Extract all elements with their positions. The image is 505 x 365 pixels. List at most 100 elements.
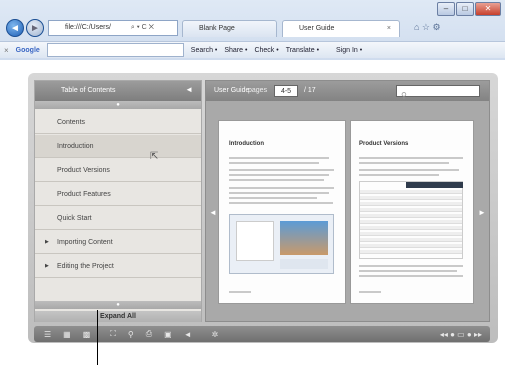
table-row [360, 214, 462, 218]
print-icon[interactable]: ⎙ [146, 329, 152, 339]
text-line [229, 174, 329, 176]
grid-icon[interactable]: ▦ [63, 330, 71, 339]
pages-label: pages [248, 87, 268, 94]
versions-table [359, 181, 463, 259]
list-icon[interactable]: ☰ [44, 330, 51, 339]
reader-title: User Guide [214, 87, 250, 94]
page-number [229, 291, 251, 293]
maximize-button[interactable]: □ [456, 2, 474, 16]
table-row [360, 250, 462, 254]
google-logo: Google [15, 46, 40, 54]
text-line [229, 169, 334, 171]
text-line [229, 192, 329, 194]
scroll-down-button[interactable]: ● [35, 301, 201, 309]
reader-search-input[interactable]: ⚲ [396, 85, 480, 100]
text-line [359, 169, 459, 171]
table-row [360, 208, 462, 212]
previous-page-arrow[interactable]: ◄ [209, 208, 217, 218]
screenshot-image [229, 214, 334, 274]
left-page: Introduction [218, 120, 346, 304]
tab-close-icon[interactable]: × [387, 21, 391, 37]
toc-title: Table of Contents [35, 81, 201, 101]
photo-thumbnail [280, 221, 328, 255]
mouse-pointer-icon: ⇱ [150, 151, 159, 162]
fullscreen-icon[interactable]: ⛶ [110, 329, 116, 339]
sidebar-item-label: Editing the Project [57, 263, 114, 270]
back-button[interactable]: ◄ [6, 19, 24, 37]
sidebar-item-importing-content[interactable]: ▶ Importing Content [35, 231, 201, 254]
sidebar-item-contents[interactable]: Contents [35, 111, 201, 134]
table-row [360, 196, 462, 200]
save-icon[interactable]: ▣ [164, 330, 172, 339]
reader-toolbar: User Guide pages 4-5 / 17 ⚲ [206, 81, 489, 101]
zoom-icon[interactable]: ⚲ [128, 330, 134, 339]
expand-triangle-icon: ▶ [45, 239, 49, 245]
google-toolbar: × Google Search • Share • Check • Transl… [0, 41, 505, 58]
text-line [229, 179, 324, 181]
window-controls: – □ ✕ [437, 2, 501, 16]
forward-button[interactable]: ► [26, 19, 44, 37]
toolbar-translate[interactable]: Translate • [286, 47, 319, 54]
google-search-input[interactable] [46, 43, 184, 57]
table-row [360, 238, 462, 242]
text-line [359, 157, 463, 159]
home-icon[interactable]: ⌂ ☆ ⚙ [414, 22, 441, 33]
toolbar-check[interactable]: Check • [254, 47, 278, 54]
text-line [359, 162, 449, 164]
thumbnails-icon[interactable]: ▩ [83, 330, 91, 339]
page-nav-icons[interactable]: ◂◂ ● ▭ ● ▸▸ [440, 330, 482, 339]
address-text: file:///C:/Users/ [65, 24, 111, 31]
sidebar-item-product-versions[interactable]: Product Versions [35, 159, 201, 182]
text-line [229, 187, 334, 189]
toolbar-signin[interactable]: Sign In • [336, 47, 362, 54]
page-number [359, 291, 381, 293]
thumbnail-strip [280, 259, 328, 269]
page-total: / 17 [304, 87, 316, 94]
address-bar-icons[interactable]: ⌕ ▾ C ✕ [131, 24, 154, 31]
text-line [229, 202, 333, 204]
expand-all-button[interactable]: Expand All [35, 311, 201, 322]
minimize-button[interactable]: – [437, 2, 455, 16]
reader-bottom-toolbar: ☰ ▦ ▩ ⛶ ⚲ ⎙ ▣ ◄ ✲ ◂◂ ● ▭ ● ▸▸ [34, 326, 490, 342]
table-of-contents-panel: Table of Contents ◄ ● Contents Introduct… [34, 80, 202, 322]
text-line [359, 275, 463, 277]
expand-triangle-icon: ▶ [45, 263, 49, 269]
tab-user-guide[interactable]: User Guide × [282, 20, 400, 37]
settings-icon[interactable]: ✲ [212, 330, 219, 339]
address-bar[interactable]: file:///C:/Users/ ⌕ ▾ C ✕ [48, 20, 178, 36]
callout-line [97, 310, 98, 365]
close-toolbar-icon[interactable]: × [4, 46, 9, 55]
panel-thumbnail [236, 221, 274, 261]
next-page-arrow[interactable]: ► [478, 208, 486, 218]
sidebar-item-label: Introduction [57, 143, 94, 150]
scroll-up-button[interactable]: ● [35, 101, 201, 109]
sidebar-item-editing-the-project[interactable]: ▶ Editing the Project [35, 255, 201, 278]
text-line [229, 197, 317, 199]
table-row [360, 220, 462, 224]
sound-icon[interactable]: ◄ [184, 330, 192, 339]
search-icon: ⚲ [401, 91, 407, 100]
toolbar-search[interactable]: Search • [191, 47, 218, 54]
table-row [360, 244, 462, 248]
text-line [359, 270, 457, 272]
collapse-icon[interactable]: ◄ [185, 85, 193, 94]
page-input[interactable]: 4-5 [274, 85, 298, 97]
text-line [359, 265, 463, 267]
right-page: Product Versions [350, 120, 474, 304]
sidebar-item-label: Product Features [57, 191, 111, 198]
table-row [360, 190, 462, 194]
table-row [360, 202, 462, 206]
tab-label: Blank Page [199, 25, 235, 32]
close-button[interactable]: ✕ [475, 2, 501, 16]
toolbar-share[interactable]: Share • [224, 47, 247, 54]
sidebar-item-label: Product Versions [57, 167, 110, 174]
text-line [229, 162, 319, 164]
sidebar-item-label: Quick Start [57, 215, 92, 222]
sidebar-item-product-features[interactable]: Product Features [35, 183, 201, 206]
sidebar-item-quick-start[interactable]: Quick Start [35, 207, 201, 230]
right-page-heading: Product Versions [359, 141, 409, 147]
tab-blank-page[interactable]: Blank Page [182, 20, 277, 37]
sidebar-item-introduction[interactable]: Introduction [35, 135, 201, 158]
sidebar-item-label: Contents [57, 119, 86, 126]
table-row [360, 232, 462, 236]
